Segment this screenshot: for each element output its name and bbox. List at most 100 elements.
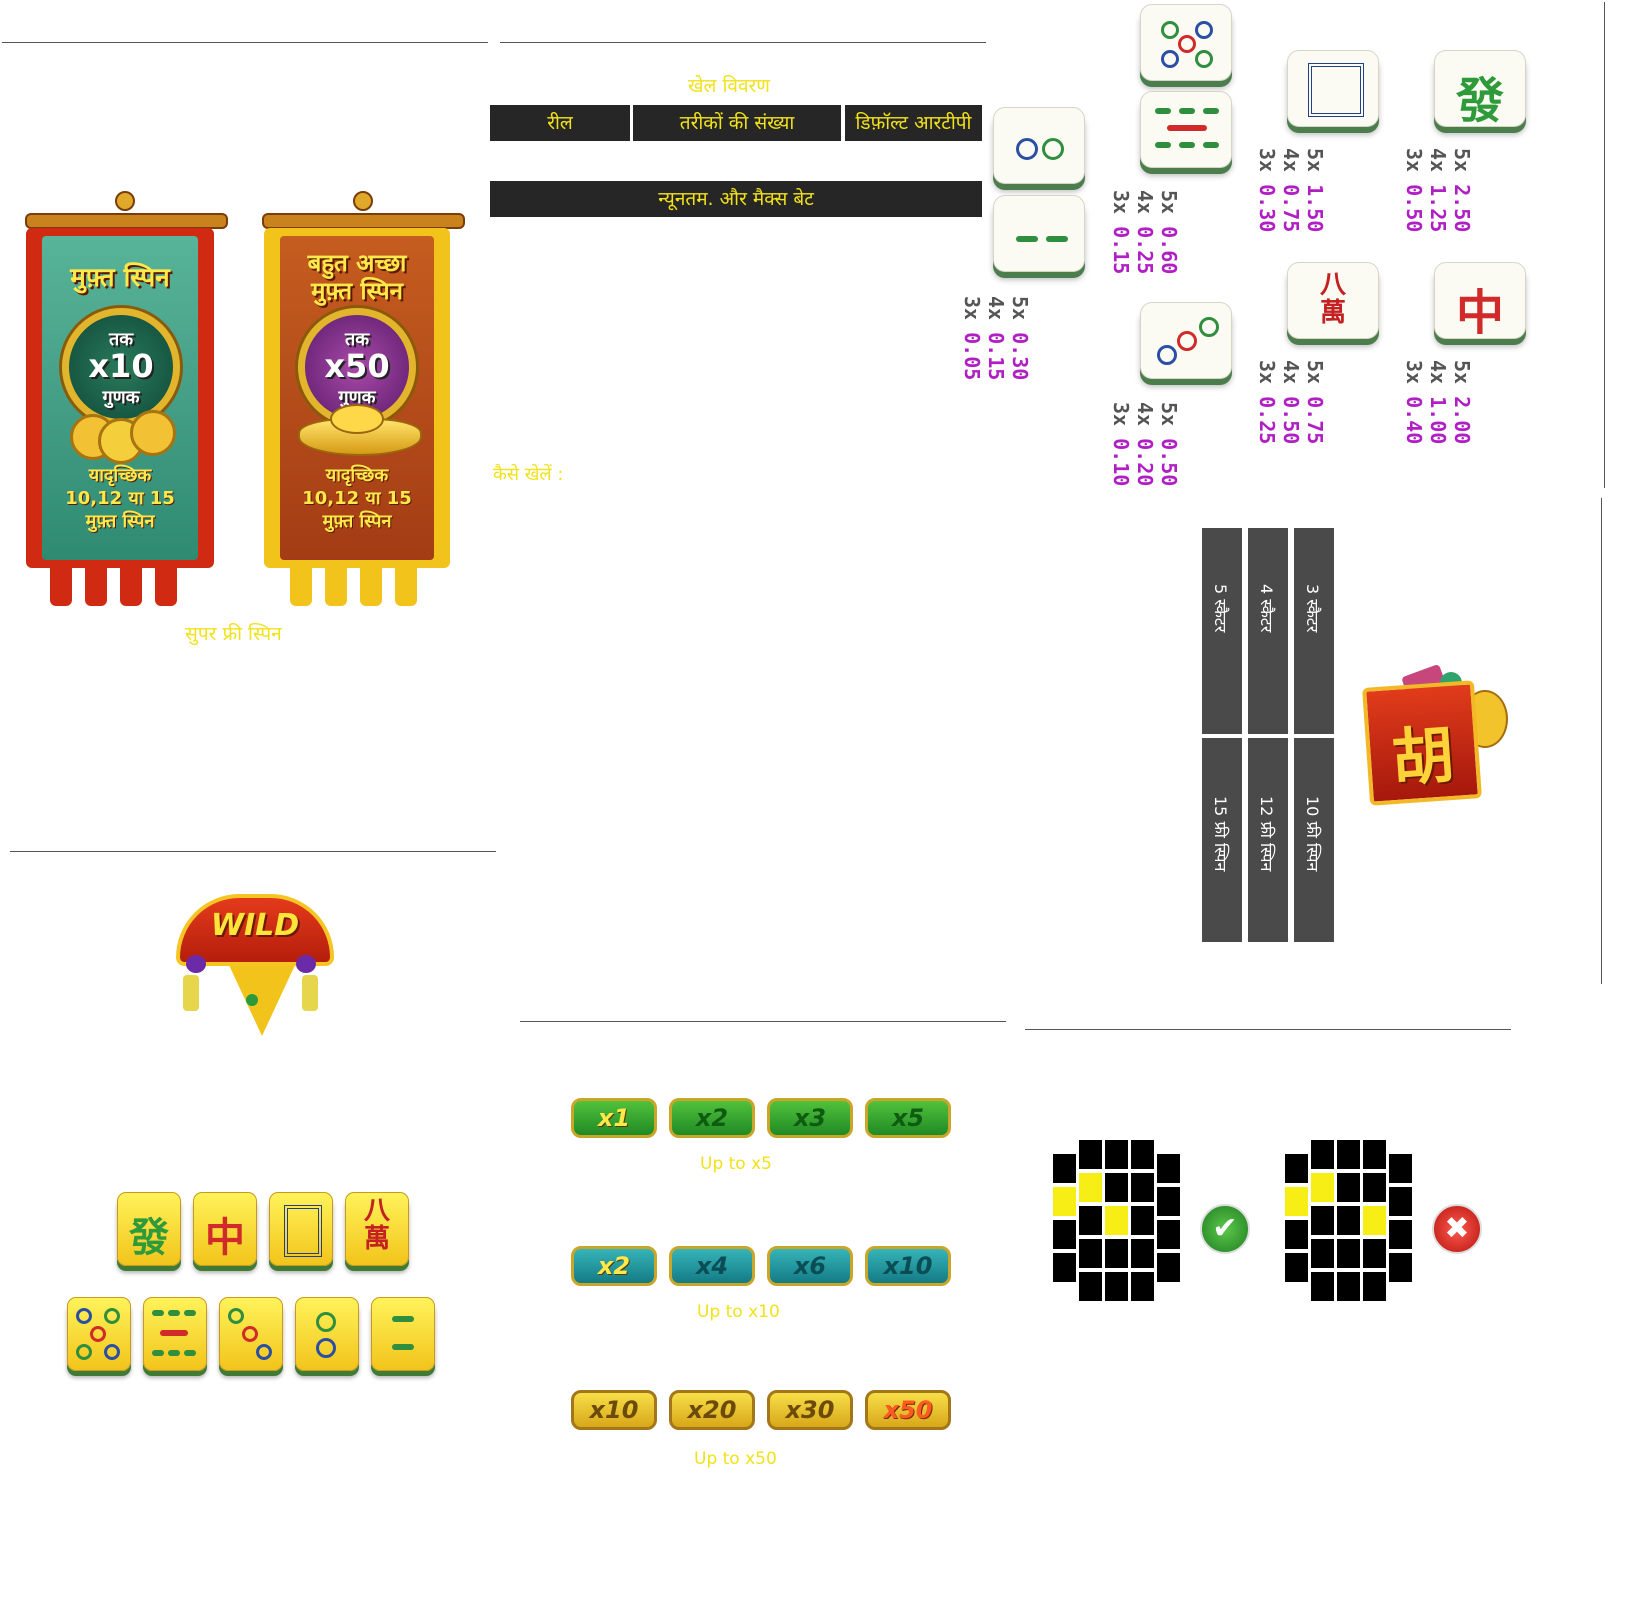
scatter-label-3: 3 स्कैटर	[1303, 584, 1322, 633]
grid-cell	[1157, 1220, 1180, 1249]
banner-left-medal: तक x10 गुणक	[62, 308, 180, 426]
banner-left-fringe	[50, 560, 72, 606]
grid-cell	[1337, 1140, 1360, 1169]
multiplier-pill: x1	[571, 1098, 657, 1138]
banner-left-rod	[25, 213, 228, 229]
five-dots-tile	[1140, 4, 1232, 81]
grid-cell	[1285, 1154, 1308, 1183]
banner-right-rod	[262, 213, 465, 229]
banner-right-foot-1: यादृच्छिक	[325, 465, 389, 486]
grid-cell	[1311, 1173, 1334, 1202]
grid-cell	[1311, 1206, 1334, 1235]
gold-red-dragon-glyph: 中	[205, 1214, 245, 1261]
three-dots-tile	[1140, 302, 1232, 379]
banner-left-foot-2: 10,12 या 15	[65, 488, 175, 509]
grid-cell	[1311, 1272, 1334, 1301]
divider-top-left	[2, 42, 488, 43]
scatter-label-4: 4 स्कैटर	[1257, 584, 1276, 633]
grid-cell	[1337, 1272, 1360, 1301]
paytable-col-7: 5x 2.00 4x 1.00 3x 0.40	[1402, 360, 1474, 445]
free-spins-label-15: 15 फ्री स्पिन	[1211, 796, 1230, 872]
multiplier-caption-1: Up to x5	[700, 1154, 772, 1174]
banner-left-finial	[115, 191, 135, 211]
multiplier-pill: x10	[865, 1246, 951, 1286]
grid-cell	[1285, 1253, 1308, 1282]
paytable-col-2: 5x 0.60 4x 0.25 3x 0.15	[1109, 190, 1181, 275]
divider-top-middle	[500, 42, 986, 43]
grid-cell	[1389, 1154, 1412, 1183]
banner-super-free-spins: बहुत अच्छा मुफ़्त स्पिन तक x50 गुणक यादृ…	[264, 228, 450, 568]
bet-bar: न्यूनतम. और मैक्स बेट	[490, 181, 982, 217]
multiplier-pill: x5	[865, 1098, 951, 1138]
grid-cell	[1131, 1206, 1154, 1235]
scatter-cell-4: 4 स्कैटर	[1248, 528, 1288, 734]
banner-right-foot-3: मुफ़्त स्पिन	[322, 511, 392, 532]
grid-cell	[1285, 1187, 1308, 1216]
grid-cell	[1337, 1206, 1360, 1235]
multiplier-pill: x6	[767, 1246, 853, 1286]
multiplier-pill: x2	[571, 1246, 657, 1286]
gold-two-dots-tile	[295, 1297, 359, 1371]
scatter-label-5: 5 स्कैटर	[1211, 584, 1230, 633]
free-spins-label-10: 10 फ्री स्पिन	[1303, 796, 1322, 872]
how-to-play-heading: कैसे खेलें :	[493, 464, 564, 485]
red-dragon-tile: 中	[1434, 262, 1526, 341]
multiplier-pill: x4	[669, 1246, 755, 1286]
grid-cell	[1105, 1140, 1128, 1169]
banner-right-fringe	[360, 560, 382, 606]
gold-five-dots-tile	[67, 1297, 131, 1371]
banner-right-foot-2: 10,12 या 15	[302, 488, 412, 509]
banner-left-medal-bottom: गुणक	[102, 387, 140, 408]
grid-cell	[1363, 1272, 1386, 1301]
banner-right-finial	[353, 191, 373, 211]
multiplier-caption-3: Up to x50	[694, 1449, 777, 1469]
gold-eight-bamboo-tile	[143, 1297, 207, 1371]
grid-cell	[1053, 1253, 1076, 1282]
grid-cell	[1053, 1154, 1076, 1183]
free-spins-label-12: 12 फ्री स्पिन	[1257, 796, 1276, 872]
grid-cell	[1079, 1272, 1102, 1301]
banner-right-title-2: मुफ़्त स्पिन	[311, 277, 403, 305]
grid-cell	[1053, 1187, 1076, 1216]
grid-cell	[1131, 1140, 1154, 1169]
scatter-cell-3: 3 स्कैटर	[1294, 528, 1334, 734]
grid-cell	[1285, 1220, 1308, 1249]
grid-cell	[1363, 1239, 1386, 1268]
banner-right-medal-value: x50	[324, 347, 390, 385]
grid-cell	[1053, 1220, 1076, 1249]
super-free-spins-caption: सुपर फ्री स्पिन	[185, 623, 282, 645]
grid-cell	[1389, 1187, 1412, 1216]
free-spins-cell-15: 15 फ्री स्पिन	[1202, 738, 1242, 942]
divider-bottom-right	[1025, 1029, 1511, 1030]
multiplier-pill: x2	[669, 1098, 755, 1138]
grid-cell	[1079, 1239, 1102, 1268]
cross-icon: ✖	[1432, 1204, 1482, 1254]
header-rtp: डिफ़ॉल्ट आरटीपी	[845, 105, 982, 141]
grid-cell	[1389, 1220, 1412, 1249]
multiplier-pill: x50	[865, 1390, 951, 1430]
paytable-col-5: 5x 0.75 4x 0.50 3x 0.25	[1255, 360, 1327, 445]
grid-cell	[1311, 1239, 1334, 1268]
banner-left-title: मुफ़्त स्पिन	[70, 263, 170, 293]
two-dots-tile	[993, 107, 1085, 184]
scatter-cell-5: 5 स्कैटर	[1202, 528, 1242, 734]
two-bamboo-tile	[993, 195, 1085, 272]
grid-cell	[1079, 1173, 1102, 1202]
banner-right-fringe	[325, 560, 347, 606]
scatter-glyph: 胡	[1389, 717, 1457, 796]
grid-cell	[1337, 1173, 1360, 1202]
wild-label: WILD	[210, 908, 300, 943]
grid-cell	[1105, 1173, 1128, 1202]
grid-cell	[1363, 1140, 1386, 1169]
free-spins-cell-10: 10 फ्री स्पिन	[1294, 738, 1334, 942]
free-spins-cell-12: 12 फ्री स्पिन	[1248, 738, 1288, 942]
gold-two-bamboo-tile	[371, 1297, 435, 1371]
banner-left-fringe	[120, 560, 142, 606]
banner-right-fringe	[395, 560, 417, 606]
grid-cell	[1131, 1239, 1154, 1268]
grid-cell	[1131, 1272, 1154, 1301]
header-reels: रील	[490, 105, 630, 141]
banner-left-foot-1: यादृच्छिक	[88, 465, 152, 486]
divider-right-top	[1604, 2, 1605, 488]
grid-cell	[1105, 1206, 1128, 1235]
